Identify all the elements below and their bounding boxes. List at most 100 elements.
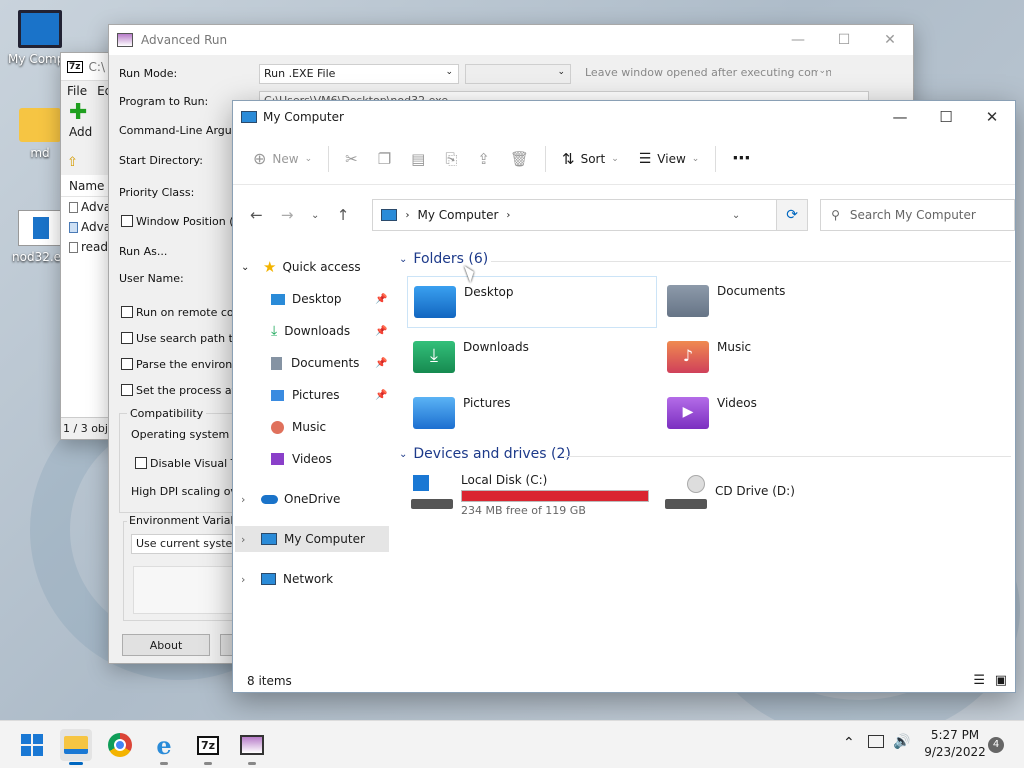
- nav-network[interactable]: › Network: [241, 566, 333, 592]
- internet-explorer-icon: e: [156, 730, 172, 760]
- high-dpi-label: High DPI scaling over: [131, 485, 249, 498]
- close-button[interactable]: ✕: [969, 101, 1015, 133]
- notification-badge[interactable]: 4: [988, 737, 1004, 753]
- about-button[interactable]: About: [122, 634, 210, 656]
- taskbar-chrome[interactable]: [104, 729, 136, 761]
- nav-onedrive[interactable]: › OneDrive: [241, 486, 340, 512]
- address-dropdown-icon[interactable]: ⌄: [732, 210, 740, 221]
- paste-button[interactable]: ▤: [401, 143, 435, 175]
- view-button[interactable]: ☰ View ⌄: [629, 143, 710, 175]
- rename-button[interactable]: ⎘: [435, 143, 467, 175]
- forward-button[interactable]: →: [272, 206, 303, 224]
- folder-tile-pictures[interactable]: Pictures: [407, 388, 657, 440]
- group-header-drives[interactable]: ⌄ Devices and drives (2): [399, 446, 571, 462]
- taskbar-7zip[interactable]: 7z: [192, 729, 224, 765]
- minimize-button[interactable]: —: [775, 25, 821, 55]
- copy-button[interactable]: ❐: [368, 143, 401, 175]
- checkbox-box[interactable]: [121, 215, 133, 227]
- close-button[interactable]: ✕: [867, 25, 913, 55]
- folder-tile-desktop[interactable]: Desktop: [407, 276, 657, 328]
- chevron-right-icon[interactable]: ›: [241, 573, 255, 586]
- folder-up-icon[interactable]: ⇧: [67, 155, 78, 170]
- more-options-button[interactable]: ⋯: [722, 143, 760, 175]
- document-icon: [271, 356, 282, 370]
- chevron-down-icon: ⌄: [304, 153, 313, 164]
- sort-arrows-icon: ⇅: [562, 149, 575, 168]
- delete-button[interactable]: 🗑: [500, 143, 539, 175]
- menu-file[interactable]: File: [67, 84, 87, 98]
- search-input[interactable]: ⚲ Search My Computer: [820, 199, 1015, 231]
- address-bar[interactable]: › My Computer › ⌄: [372, 199, 778, 231]
- folder-tile-videos[interactable]: ▶ Videos: [661, 388, 911, 440]
- group-header-folders[interactable]: ⌄ Folders (6): [399, 251, 488, 267]
- command-bar: ⊕ New ⌄ ✂ ❐ ▤ ⎘ ⇪ 🗑 ⇅ Sort ⌄ ☰ View ⌄ ⋯: [233, 133, 1015, 185]
- breadcrumb-my-computer[interactable]: My Computer: [417, 208, 498, 222]
- breadcrumb-separator-icon[interactable]: ›: [506, 210, 510, 221]
- pin-icon[interactable]: 📌: [375, 390, 387, 401]
- tiles-view-button[interactable]: ▣: [995, 673, 1007, 688]
- taskbar-internet-explorer[interactable]: e: [148, 729, 180, 765]
- refresh-button[interactable]: ⟳: [777, 199, 809, 231]
- window-after-run-select[interactable]: Leave window opened after executing comm…: [581, 64, 831, 84]
- cut-button[interactable]: ✂: [335, 143, 368, 175]
- pin-icon[interactable]: 📌: [375, 294, 387, 305]
- chevron-right-icon[interactable]: ›: [241, 493, 255, 506]
- start-button[interactable]: [16, 729, 48, 761]
- parse-env-checkbox[interactable]: Parse the environme: [121, 358, 250, 371]
- folder-icon: [64, 736, 88, 754]
- env-vars-list[interactable]: [133, 566, 233, 614]
- share-button[interactable]: ⇪: [467, 143, 500, 175]
- folder-tile-downloads[interactable]: ⤓ Downloads: [407, 332, 657, 384]
- back-button[interactable]: ←: [241, 206, 272, 224]
- checkbox-box[interactable]: [121, 384, 133, 396]
- network-status-icon[interactable]: [868, 735, 884, 748]
- run-mode-select[interactable]: Run .EXE File ⌄: [259, 64, 459, 84]
- search-icon: ⚲: [831, 208, 840, 222]
- download-icon: ⤓: [271, 323, 278, 339]
- nav-videos[interactable]: Videos: [271, 446, 332, 472]
- clock-time: 5:27 PM: [930, 728, 980, 742]
- volume-icon[interactable]: 🔊: [893, 734, 910, 750]
- chevron-right-icon[interactable]: ›: [241, 533, 255, 546]
- checkbox-box[interactable]: [121, 306, 133, 318]
- chevron-down-icon[interactable]: ⌄: [241, 262, 255, 273]
- taskbar-advanced-run[interactable]: [236, 729, 268, 765]
- pin-icon[interactable]: 📌: [375, 326, 387, 337]
- maximize-button[interactable]: ☐: [821, 25, 867, 55]
- explorer-window[interactable]: My Computer — ☐ ✕ ⊕ New ⌄ ✂ ❐ ▤ ⎘ ⇪ 🗑 ⇅ Sor…: [232, 100, 1016, 693]
- folder-tile-music[interactable]: ♪ Music: [661, 332, 911, 384]
- hard-drive-icon: [411, 475, 453, 509]
- show-hidden-icons-button[interactable]: ⌃: [843, 735, 855, 751]
- secondary-select[interactable]: ⌄: [465, 64, 571, 84]
- up-button[interactable]: ↑: [328, 206, 359, 224]
- checkbox-box[interactable]: [121, 358, 133, 370]
- maximize-button[interactable]: ☐: [923, 101, 969, 133]
- nav-my-computer[interactable]: › My Computer: [235, 526, 389, 552]
- window-position-checkbox[interactable]: Window Position (X,: [121, 215, 245, 228]
- checkbox-box[interactable]: [121, 332, 133, 344]
- desktop-folder-icon: [414, 286, 456, 318]
- minimize-button[interactable]: —: [877, 101, 923, 133]
- nav-quick-access[interactable]: ⌄ ★ Quick access: [241, 254, 361, 280]
- clock[interactable]: 5:27 PM 9/23/2022: [920, 727, 990, 761]
- nav-music[interactable]: Music: [271, 414, 326, 440]
- drive-tile-cd[interactable]: CD Drive (D:): [661, 468, 911, 524]
- affinity-checkbox[interactable]: Set the process affin: [121, 384, 249, 397]
- new-button[interactable]: ⊕ New ⌄: [243, 143, 322, 175]
- rename-icon: ⎘: [445, 149, 458, 168]
- search-path-checkbox[interactable]: Use search path to f: [121, 332, 247, 345]
- music-icon: [271, 420, 284, 434]
- sort-button[interactable]: ⇅ Sort ⌄: [552, 143, 629, 175]
- disk-usage-fill: [462, 491, 648, 501]
- run-mode-label: Run Mode:: [119, 67, 178, 80]
- monitor-icon: [241, 111, 257, 123]
- windows-logo-icon: [21, 734, 43, 756]
- details-view-button[interactable]: ☰: [973, 673, 985, 688]
- taskbar-file-explorer[interactable]: [60, 729, 92, 765]
- pin-icon[interactable]: 📌: [375, 358, 387, 369]
- navigation-pane: ⌄ ★ Quick access Desktop 📌 ⤓ Downloads 📌 Docu…: [233, 246, 389, 666]
- recent-locations-button[interactable]: ⌄: [303, 210, 328, 221]
- drive-tile-local-disk[interactable]: Local Disk (C:) 234 MB free of 119 GB: [407, 468, 657, 524]
- folder-tile-documents[interactable]: Documents: [661, 276, 911, 328]
- checkbox-box[interactable]: [135, 457, 147, 469]
